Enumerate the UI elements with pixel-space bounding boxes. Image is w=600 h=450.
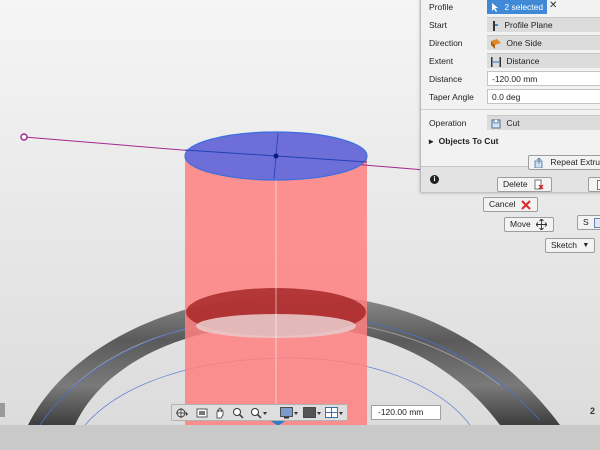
start-dropdown[interactable]: Profile Plane bbox=[487, 17, 600, 32]
one-side-icon bbox=[491, 38, 501, 49]
cancel-button[interactable]: Cancel bbox=[483, 197, 538, 212]
delete-label: Delete bbox=[503, 179, 528, 189]
extent-row: Extent Distance bbox=[421, 53, 600, 69]
distance-row: Distance -120.00 mm bbox=[421, 71, 600, 87]
cut-icon bbox=[491, 118, 501, 129]
move-arrows-icon bbox=[536, 219, 548, 231]
info-icon[interactable]: i bbox=[430, 175, 439, 184]
sketch-button[interactable]: Sketch ▼ bbox=[545, 238, 595, 253]
pan-hand-icon[interactable] bbox=[214, 407, 226, 419]
look-at-icon[interactable] bbox=[196, 407, 208, 419]
taper-row: Taper Angle 0.0 deg bbox=[421, 89, 600, 105]
objects-to-cut-section[interactable]: ▸ Objects To Cut bbox=[429, 136, 498, 147]
sketch-label: Sketch bbox=[551, 240, 577, 250]
start-row: Start Profile Plane bbox=[421, 17, 600, 33]
axis-endpoint bbox=[20, 133, 28, 141]
extent-value: Distance bbox=[506, 56, 540, 66]
browser-collapse-tab[interactable] bbox=[0, 403, 5, 417]
inspect-icon bbox=[594, 217, 600, 228]
viewport-distance-input[interactable]: -120.00 mm bbox=[371, 405, 441, 420]
dialog-separator bbox=[421, 109, 600, 110]
direction-row: Direction One Side bbox=[421, 35, 600, 51]
delete-icon bbox=[534, 179, 544, 190]
repeat-extrude-label: Repeat Extrude bbox=[550, 157, 600, 167]
distance-input[interactable]: -120.00 mm bbox=[487, 71, 600, 86]
profile-row: Profile 2 selected ✕ bbox=[421, 0, 600, 15]
taper-label: Taper Angle bbox=[429, 92, 474, 102]
cancel-x-icon bbox=[521, 200, 531, 210]
orbit-icon[interactable] bbox=[175, 407, 189, 419]
display-settings-icon[interactable] bbox=[280, 407, 300, 419]
grid-settings-icon[interactable] bbox=[303, 407, 323, 419]
operation-label: Operation bbox=[429, 118, 467, 128]
move-label: Move bbox=[510, 219, 531, 229]
expand-arrow-icon: ▸ bbox=[429, 136, 434, 146]
bottom-strip bbox=[0, 425, 600, 450]
dropdown-arrow-icon: ▼ bbox=[582, 242, 590, 250]
partial-menu-button[interactable] bbox=[588, 177, 600, 192]
partial-menu-button-2[interactable]: S bbox=[577, 215, 600, 230]
direction-value: One Side bbox=[506, 38, 542, 48]
partial-glyph: S bbox=[583, 217, 589, 227]
clear-selection-icon[interactable]: ✕ bbox=[549, 0, 557, 11]
fit-zoom-icon[interactable] bbox=[250, 407, 268, 419]
extent-dropdown[interactable]: Distance bbox=[487, 53, 600, 68]
viewports-icon[interactable] bbox=[325, 407, 345, 419]
objects-to-cut-label: Objects To Cut bbox=[438, 136, 499, 146]
profile-plane-icon bbox=[493, 20, 498, 31]
operation-row: Operation Cut bbox=[421, 115, 600, 131]
cursor-icon bbox=[492, 3, 498, 13]
direction-dropdown[interactable]: One Side bbox=[487, 35, 600, 50]
profile-selector[interactable]: 2 selected bbox=[487, 0, 547, 14]
operation-value: Cut bbox=[506, 118, 520, 128]
profile-label: Profile bbox=[429, 2, 454, 12]
profile-center-point bbox=[273, 153, 279, 159]
distance-icon bbox=[491, 56, 501, 67]
delete-button[interactable]: Delete bbox=[497, 177, 552, 192]
extrude-icon bbox=[534, 157, 543, 168]
move-button[interactable]: Move bbox=[504, 217, 554, 232]
operation-dropdown[interactable]: Cut bbox=[487, 115, 600, 130]
direction-label: Direction bbox=[429, 38, 463, 48]
cancel-label: Cancel bbox=[489, 199, 516, 209]
repeat-extrude-button[interactable]: Repeat Extrude bbox=[528, 155, 600, 170]
extent-label: Extent bbox=[429, 56, 454, 66]
start-value: Profile Plane bbox=[504, 20, 553, 30]
distance-label: Distance bbox=[429, 74, 463, 84]
profile-value: 2 selected bbox=[504, 2, 544, 12]
zoom-icon[interactable] bbox=[232, 407, 244, 419]
start-label: Start bbox=[429, 20, 447, 30]
status-fragment: 2 bbox=[590, 406, 596, 416]
taper-angle-input[interactable]: 0.0 deg bbox=[487, 89, 600, 104]
navigation-toolbar bbox=[171, 404, 348, 421]
